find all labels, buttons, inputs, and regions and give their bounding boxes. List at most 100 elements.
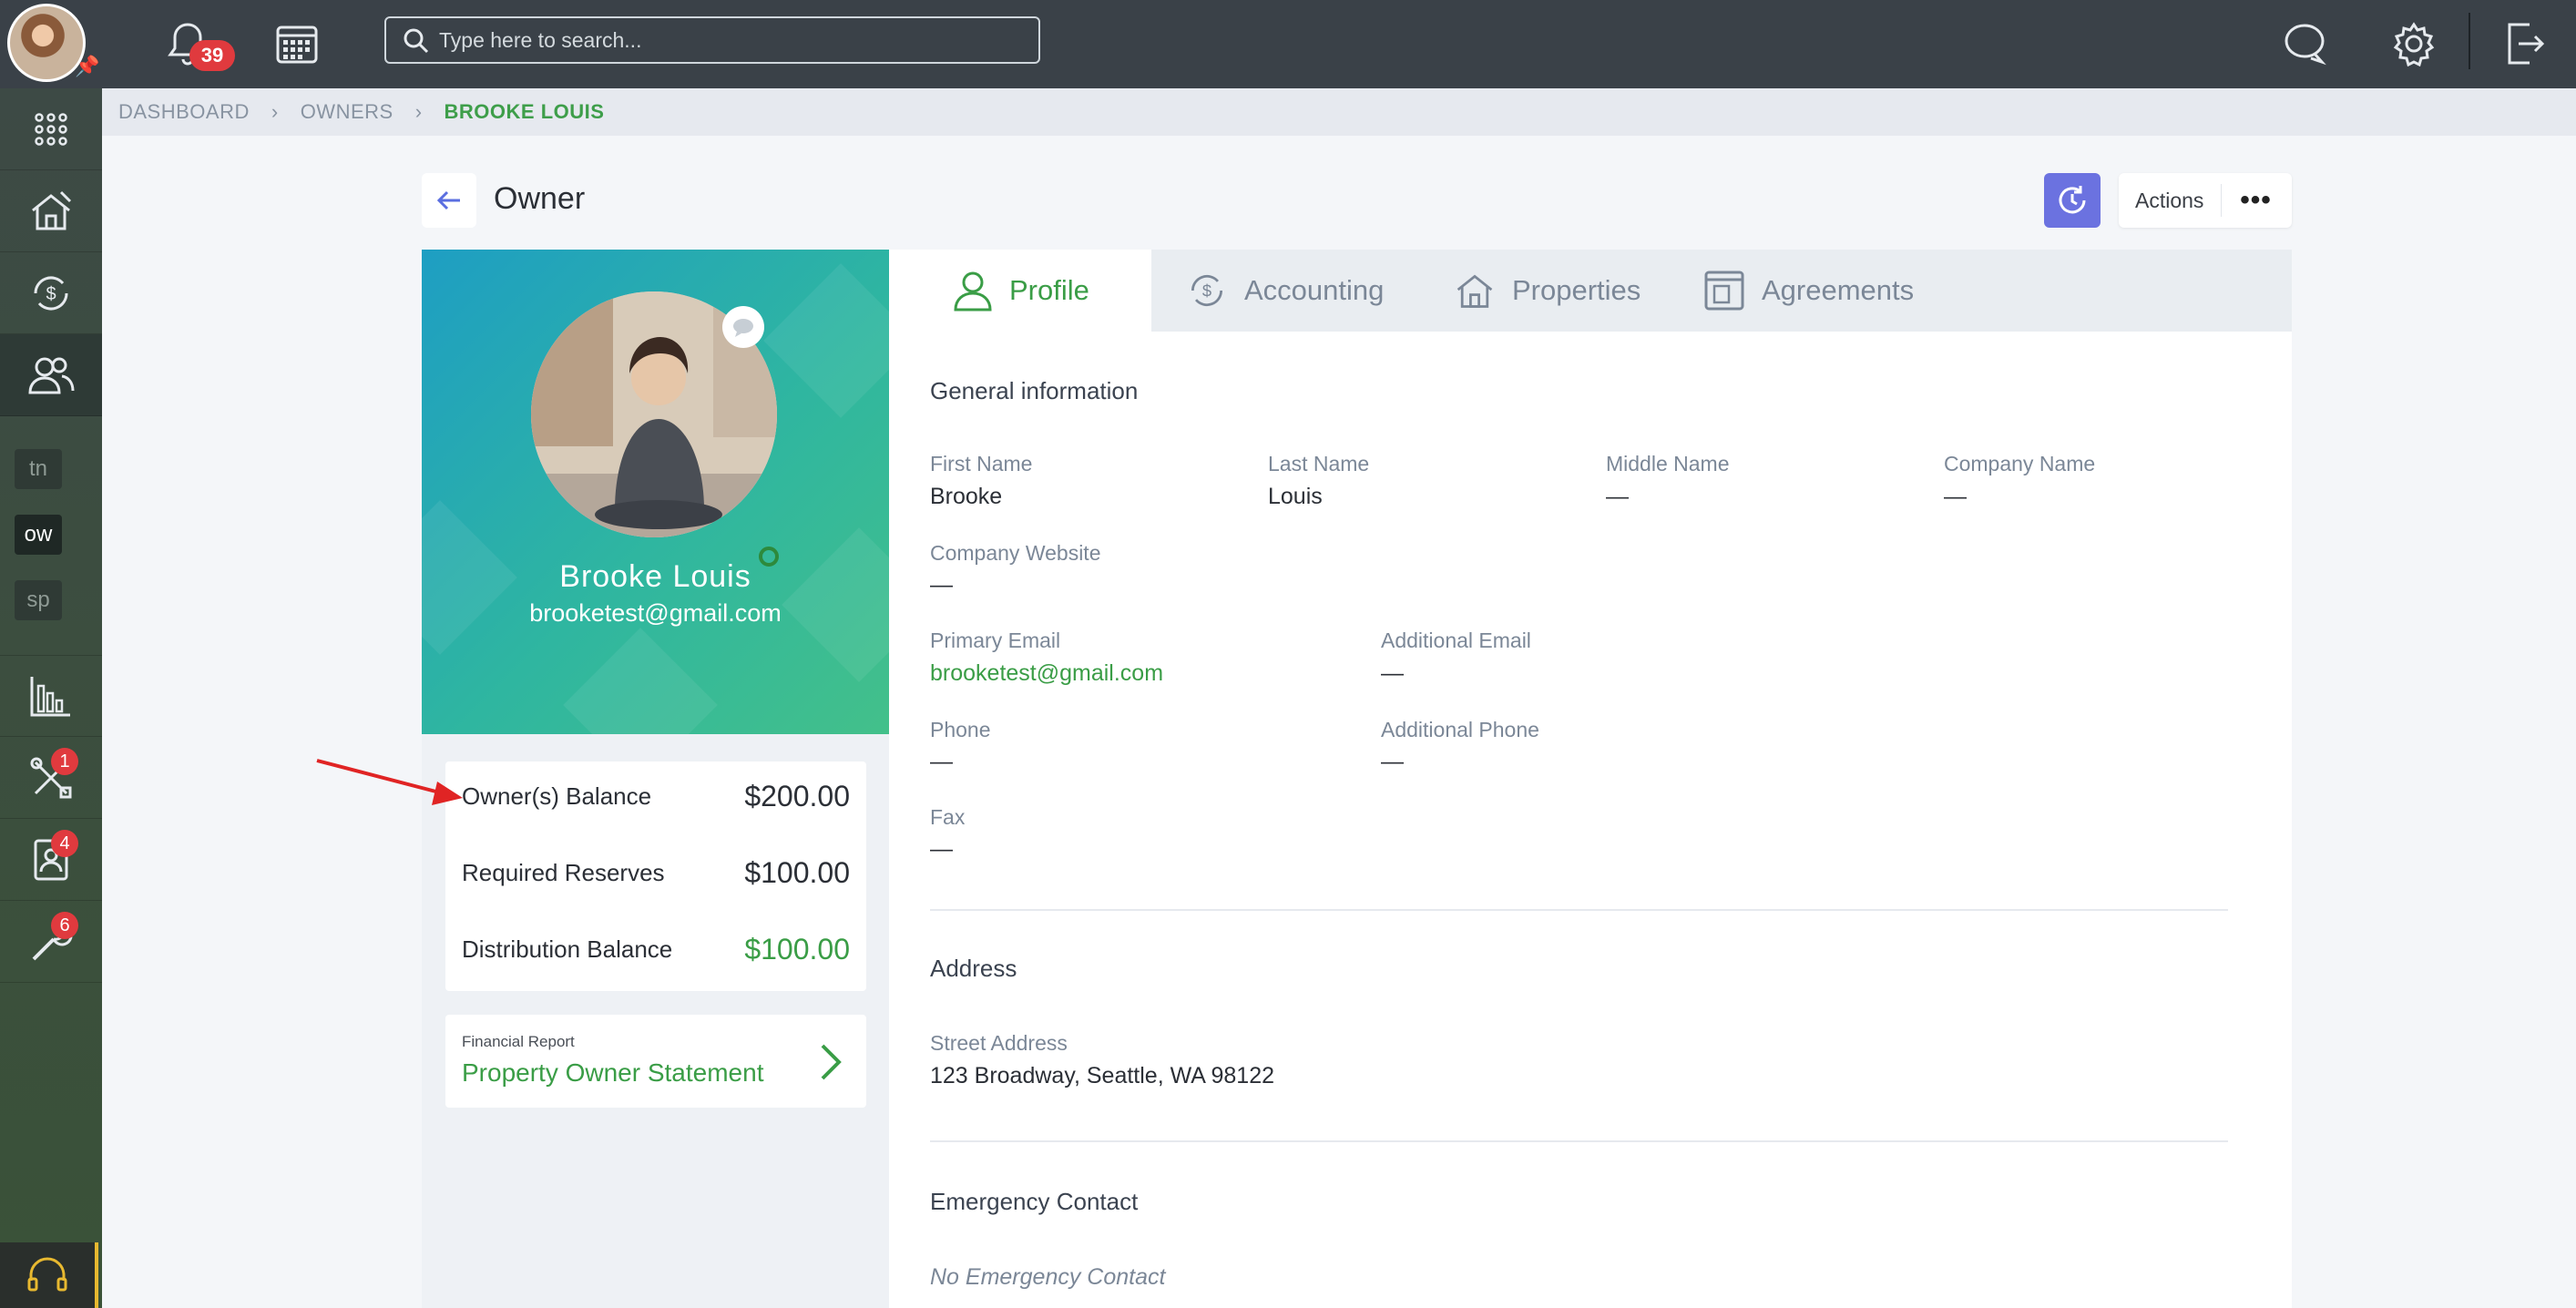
notification-count-badge: 39 (189, 40, 235, 71)
tab-properties[interactable]: Properties (1454, 250, 1641, 332)
tab-profile[interactable]: Profile (889, 250, 1151, 332)
balance-card: Owner(s) Balance $200.00 Required Reserv… (445, 761, 866, 991)
sidebar-item-contacts[interactable]: 4 (0, 819, 102, 901)
logout-button[interactable] (2498, 16, 2552, 71)
sidebar-item-accounting[interactable]: $ (0, 252, 102, 334)
chevron-right-icon: › (271, 100, 279, 123)
balance-value: $200.00 (744, 780, 850, 812)
owner-summary-panel: Brooke Louis brooketest@gmail.com Owner(… (422, 250, 889, 1308)
chevron-right-icon (821, 1044, 842, 1080)
field-label: Company Website (930, 541, 1101, 565)
chat-icon (2285, 24, 2326, 66)
support-button[interactable] (0, 1242, 98, 1308)
balance-row-owners: Owner(s) Balance $200.00 (462, 780, 850, 813)
maintenance-badge: 6 (51, 912, 78, 939)
breadcrumb-owners[interactable]: OWNERS (301, 100, 394, 124)
tab-label: Agreements (1762, 274, 1915, 306)
report-link[interactable]: Property Owner Statement (462, 1058, 763, 1088)
settings-button[interactable] (2387, 16, 2441, 71)
phone-value: — (930, 749, 953, 774)
section-divider (930, 1140, 2228, 1142)
balance-value: $100.00 (744, 933, 850, 966)
section-divider (930, 909, 2228, 911)
company-name-value: — (1944, 484, 1967, 509)
owner-email: brooketest@gmail.com (529, 599, 782, 627)
actions-label: Actions (2135, 188, 2204, 212)
hero-pattern (763, 263, 889, 418)
section-title-general: General information (930, 377, 1139, 404)
balance-label: Owner(s) Balance (462, 782, 652, 810)
balance-row-reserves: Required Reserves $100.00 (462, 856, 850, 890)
message-owner-button[interactable] (722, 306, 764, 348)
owner-details-panel: Profile $ Accounting Properties Agreemen… (889, 250, 2292, 1308)
person-icon (954, 271, 992, 312)
search-box (384, 16, 1040, 64)
field-label: Middle Name (1606, 452, 1730, 475)
workspace-sp[interactable]: sp (15, 580, 62, 620)
contacts-badge: 4 (51, 830, 78, 857)
tab-agreements[interactable]: Agreements (1703, 250, 1914, 332)
page-title: Owner (494, 181, 586, 216)
history-button[interactable] (2044, 173, 2101, 228)
field-label: Fax (930, 805, 966, 829)
field-label: Company Name (1944, 452, 2096, 475)
sidebar: $ tn ow sp 1 4 6 (0, 88, 102, 1308)
balance-label: Required Reserves (462, 859, 665, 886)
last-name-value: Louis (1268, 484, 1323, 509)
field-label: Phone (930, 718, 991, 741)
gear-icon (2393, 22, 2435, 66)
back-button[interactable] (422, 173, 476, 228)
sidebar-item-owners[interactable] (0, 334, 102, 416)
owner-name: Brooke Louis (559, 559, 751, 594)
money-cycle-icon: $ (1191, 274, 1223, 307)
search-icon (404, 28, 429, 54)
tab-label: Profile (1009, 274, 1089, 306)
breadcrumb: DASHBOARD › OWNERS › BROOKE LOUIS (102, 88, 2576, 136)
search-input[interactable] (439, 27, 1004, 53)
report-caption: Financial Report (462, 1033, 575, 1050)
field-label: Street Address (930, 1031, 1068, 1055)
tab-label: Properties (1512, 274, 1641, 306)
svg-text:$: $ (46, 284, 56, 304)
primary-email-link[interactable]: brooketest@gmail.com (930, 660, 1163, 687)
svg-text:$: $ (1202, 281, 1211, 300)
additional-email-value: — (1381, 660, 1404, 686)
balance-row-distribution: Distribution Balance $100.00 (462, 933, 850, 966)
sidebar-item-maintenance[interactable]: 6 (0, 901, 102, 983)
sidebar-item-tools[interactable]: 1 (0, 737, 102, 819)
owner-hero-card: Brooke Louis brooketest@gmail.com (422, 250, 889, 734)
field-label: Primary Email (930, 628, 1061, 652)
street-address-value: 123 Broadway, Seattle, WA 98122 (930, 1063, 1275, 1088)
bar-chart-icon (30, 677, 70, 717)
company-website-value: — (930, 572, 953, 598)
calendar-icon (276, 26, 318, 64)
headset-icon (27, 1257, 67, 1292)
sidebar-item-properties[interactable] (0, 170, 102, 252)
additional-phone-value: — (1381, 749, 1404, 774)
field-label: First Name (930, 452, 1033, 475)
tab-accounting[interactable]: $ Accounting (1186, 250, 1384, 332)
sidebar-item-apps[interactable] (0, 88, 102, 170)
field-label: Last Name (1268, 452, 1370, 475)
breadcrumb-dashboard[interactable]: DASHBOARD (118, 100, 250, 124)
chat-bubble-icon (733, 319, 753, 337)
tab-bar: Profile $ Accounting Properties Agreemen… (889, 250, 2292, 332)
section-title-emergency: Emergency Contact (930, 1188, 1139, 1215)
house-icon (1457, 274, 1493, 308)
tab-label: Accounting (1244, 274, 1385, 306)
balance-label: Distribution Balance (462, 935, 673, 963)
sidebar-item-reports[interactable] (0, 655, 102, 737)
pin-icon[interactable]: 📌 (75, 55, 99, 78)
tools-badge: 1 (51, 748, 78, 775)
annotation-arrow-icon (316, 759, 463, 805)
field-label: Additional Email (1381, 628, 1531, 652)
calendar-button[interactable] (270, 16, 324, 71)
workspace-tn[interactable]: tn (15, 449, 62, 489)
balance-value: $100.00 (744, 856, 850, 889)
hero-pattern (563, 628, 718, 734)
more-icon[interactable]: ••• (2221, 184, 2290, 217)
workspace-ow[interactable]: ow (15, 515, 62, 555)
actions-menu-button[interactable]: Actions ••• (2119, 173, 2292, 228)
financial-report-card[interactable]: Financial Report Property Owner Statemen… (445, 1015, 866, 1108)
chat-button[interactable] (2277, 16, 2332, 71)
